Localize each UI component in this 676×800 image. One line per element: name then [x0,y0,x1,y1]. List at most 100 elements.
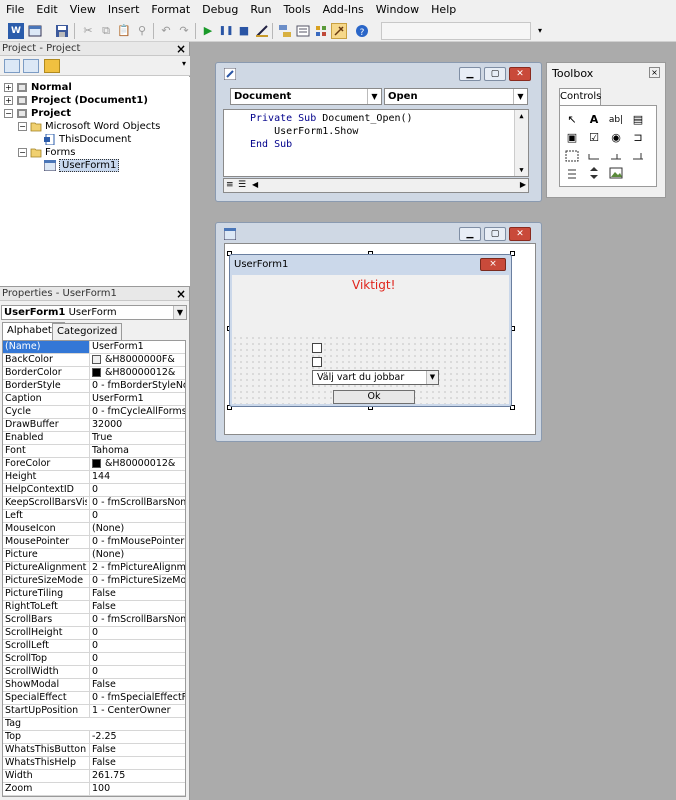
property-value[interactable]: 0 - fmScrollBarsNone [89,497,185,509]
image-tool-icon[interactable] [608,166,624,182]
property-row[interactable]: BackColor &H8000000F& [3,354,185,367]
menu-run[interactable]: Run [244,0,277,20]
property-row[interactable]: PictureAlignment 2 - fmPictureAlignmentC [3,562,185,575]
property-row[interactable]: Left 0 [3,510,185,523]
property-row[interactable]: BorderStyle 0 - fmBorderStyleNone [3,380,185,393]
cut-icon[interactable]: ✂ [80,23,96,39]
property-value[interactable]: 0 - fmBorderStyleNone [89,380,185,392]
object-browser-icon[interactable] [313,23,329,39]
project-explorer-close-icon[interactable]: × [176,42,186,56]
heading-label[interactable]: Viktigt! [352,278,395,292]
property-value[interactable]: Tahoma [89,445,185,457]
property-row[interactable]: ScrollLeft 0 [3,640,185,653]
chevron-down-icon[interactable]: ▼ [513,89,527,104]
collapse-icon[interactable]: − [18,147,27,157]
project-explorer-icon[interactable] [277,23,293,39]
tree-node-project[interactable]: − Project [4,107,71,120]
userform-close-icon[interactable]: × [480,258,506,271]
tree-node-this-document[interactable]: ThisDocument [44,133,131,146]
property-value[interactable]: 0 [89,627,185,639]
toolbar-overflow-icon[interactable]: ▾ [182,59,186,68]
menu-help[interactable]: Help [425,0,462,20]
reset-icon[interactable]: ■ [236,23,252,39]
menu-view[interactable]: View [64,0,102,20]
menu-window[interactable]: Window [370,0,425,20]
property-value[interactable]: 32000 [89,419,185,431]
listbox-tool-icon[interactable]: ▣ [564,130,580,146]
toolbox-icon[interactable] [331,23,347,39]
property-row[interactable]: BorderColor &H80000012& [3,367,185,380]
scroll-down-icon[interactable]: ▼ [515,164,528,176]
property-value[interactable]: 0 [89,510,185,522]
label-tool-icon[interactable]: A [586,112,602,128]
menu-insert[interactable]: Insert [102,0,146,20]
property-row[interactable]: KeepScrollBarsVisible 0 - fmScrollBarsNon… [3,497,185,510]
find-icon[interactable]: ⚲ [134,23,150,39]
property-value[interactable]: 0 [89,640,185,652]
property-value[interactable]: UserForm1 [89,393,185,405]
textbox-tool-icon[interactable]: ab| [608,112,624,128]
object-combo[interactable]: Document ▼ [230,88,382,105]
property-row[interactable]: PictureTiling False [3,588,185,601]
property-row[interactable]: MouseIcon (None) [3,523,185,536]
toggle-button-tool-icon[interactable]: ⊐ [630,130,646,146]
menu-tools[interactable]: Tools [277,0,316,20]
property-row[interactable]: Picture (None) [3,549,185,562]
help-icon[interactable]: ? [354,23,370,39]
command-button-tool-icon[interactable] [586,148,602,164]
tabstrip-tool-icon[interactable] [608,148,624,164]
procedure-view-icon[interactable]: ≡ [226,180,234,190]
expand-icon[interactable]: + [4,82,13,92]
chevron-down-icon[interactable]: ▼ [426,371,438,384]
userform[interactable]: UserForm1 × Viktigt! Välj vart du jobbar… [229,254,512,407]
menu-add-ins[interactable]: Add-Ins [317,0,370,20]
minimize-button[interactable]: ▁ [459,67,481,81]
property-row[interactable]: Height 144 [3,471,185,484]
property-row[interactable]: StartUpPosition 1 - CenterOwner [3,705,185,718]
multipage-tool-icon[interactable] [630,148,646,164]
property-value[interactable]: 0 - fmSpecialEffectFlat [89,692,185,704]
property-value[interactable]: 100 [89,783,185,795]
menu-edit[interactable]: Edit [30,0,63,20]
property-row[interactable]: Top -2.25 [3,731,185,744]
toolbar-overflow-icon[interactable]: ▾ [532,23,548,39]
save-icon[interactable] [54,23,70,39]
property-value[interactable]: UserForm1 [89,341,185,353]
property-value[interactable]: 144 [89,471,185,483]
property-row[interactable]: Caption UserForm1 [3,393,185,406]
property-value[interactable]: False [89,744,185,756]
property-value[interactable]: (None) [89,549,185,561]
property-row[interactable]: Enabled True [3,432,185,445]
property-value[interactable]: False [89,679,185,691]
tree-node-forms[interactable]: − Forms [18,146,75,159]
property-value[interactable]: 0 [89,653,185,665]
tree-node-userform1[interactable]: UserForm1 [43,159,120,172]
run-icon[interactable]: ▶ [200,23,216,39]
property-value[interactable]: 2 - fmPictureAlignmentC [89,562,185,574]
tab-controls[interactable]: Controls [559,88,601,105]
view-object-icon[interactable] [23,59,39,73]
property-value[interactable]: False [89,601,185,613]
property-row[interactable]: RightToLeft False [3,601,185,614]
property-value[interactable]: -2.25 [89,731,185,743]
property-value[interactable]: &H8000000F& [89,354,185,366]
property-row[interactable]: PictureSizeMode 0 - fmPictureSizeModeCl [3,575,185,588]
property-value[interactable]: 0 [89,666,185,678]
tab-categorized[interactable]: Categorized [52,323,123,340]
property-row[interactable]: HelpContextID 0 [3,484,185,497]
view-code-icon[interactable] [4,59,20,73]
menu-format[interactable]: Format [145,0,196,20]
chevron-down-icon[interactable]: ▼ [367,89,381,104]
property-row[interactable]: ScrollTop 0 [3,653,185,666]
property-row[interactable]: MousePointer 0 - fmMousePointerDefa [3,536,185,549]
menu-file[interactable]: File [0,0,30,20]
design-mode-icon[interactable] [254,23,270,39]
word-view-icon[interactable]: W [8,23,24,39]
horizontal-scrollbar[interactable]: ≡ ☰ ◀ ▶ [223,178,529,193]
property-row[interactable]: SpecialEffect 0 - fmSpecialEffectFlat [3,692,185,705]
property-row[interactable]: ForeColor &H80000012& [3,458,185,471]
property-row[interactable]: Zoom 100 [3,783,185,796]
maximize-button[interactable]: ▢ [484,227,506,241]
property-value[interactable]: 1 - CenterOwner [89,705,185,717]
property-row[interactable]: Cycle 0 - fmCycleAllForms [3,406,185,419]
